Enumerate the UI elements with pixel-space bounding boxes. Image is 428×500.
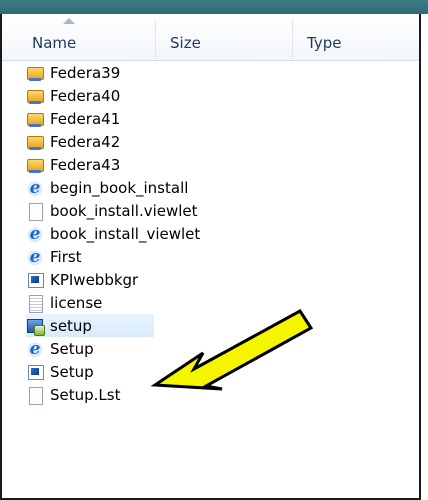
file-name: Federa39 [50,63,121,82]
file-name: begin_book_install [50,178,189,197]
column-size-header[interactable]: Size [170,34,201,52]
setup-icon [26,317,45,336]
folder-icon [26,133,44,151]
ie-icon: e [26,178,44,198]
file-name: KPIwebbkgr [50,270,139,289]
file-row[interactable]: Federa42 [26,130,419,153]
file-name: Setup [50,362,94,381]
text-file-icon [26,294,44,313]
file-row[interactable]: Federa41 [26,107,419,130]
folder-icon [26,87,44,105]
file-row[interactable]: Setup [26,360,419,383]
ie-icon: e [26,247,44,267]
column-name-header[interactable]: Name [32,34,76,52]
folder-icon [26,64,44,82]
sort-ascending-icon [63,18,75,24]
file-row[interactable]: Setup.Lst [26,383,419,406]
file-row[interactable]: Federa39 [26,61,419,84]
column-divider[interactable] [292,20,293,58]
file-name: Federa43 [50,155,121,174]
file-name: Setup.Lst [50,385,121,404]
bitmap-icon [26,271,44,289]
folder-icon [26,156,44,174]
file-list-pane: Name Size Type Federa39 Federa40 Federa4… [0,14,421,500]
file-name: setup [50,316,92,335]
file-name: license [50,293,103,312]
ie-icon: e [26,339,44,359]
file-name: Federa42 [50,132,121,151]
file-name: Setup [50,339,94,358]
column-header: Name Size Type [2,14,419,61]
file-name: book_install.viewlet [50,201,198,220]
file-row[interactable]: e book_install_viewlet [26,222,419,245]
file-row[interactable]: license [26,291,419,314]
file-row-selected[interactable]: setup [26,314,154,337]
file-row[interactable]: Federa43 [26,153,419,176]
document-icon [26,202,44,221]
file-row[interactable]: e First [26,245,419,268]
file-row[interactable]: e begin_book_install [26,176,419,199]
file-name: book_install_viewlet [50,224,201,243]
window-title-bar [0,0,428,14]
file-name: Federa41 [50,109,121,128]
file-row[interactable]: Federa40 [26,84,419,107]
folder-icon [26,110,44,128]
ie-icon: e [26,224,44,244]
file-name: Federa40 [50,86,121,105]
file-row[interactable]: KPIwebbkgr [26,268,419,291]
file-name: First [50,247,82,266]
bitmap-icon [26,363,44,381]
column-type-header[interactable]: Type [307,34,341,52]
file-row[interactable]: e Setup [26,337,419,360]
document-icon [26,386,44,405]
file-row[interactable]: book_install.viewlet [26,199,419,222]
column-divider[interactable] [155,20,156,58]
